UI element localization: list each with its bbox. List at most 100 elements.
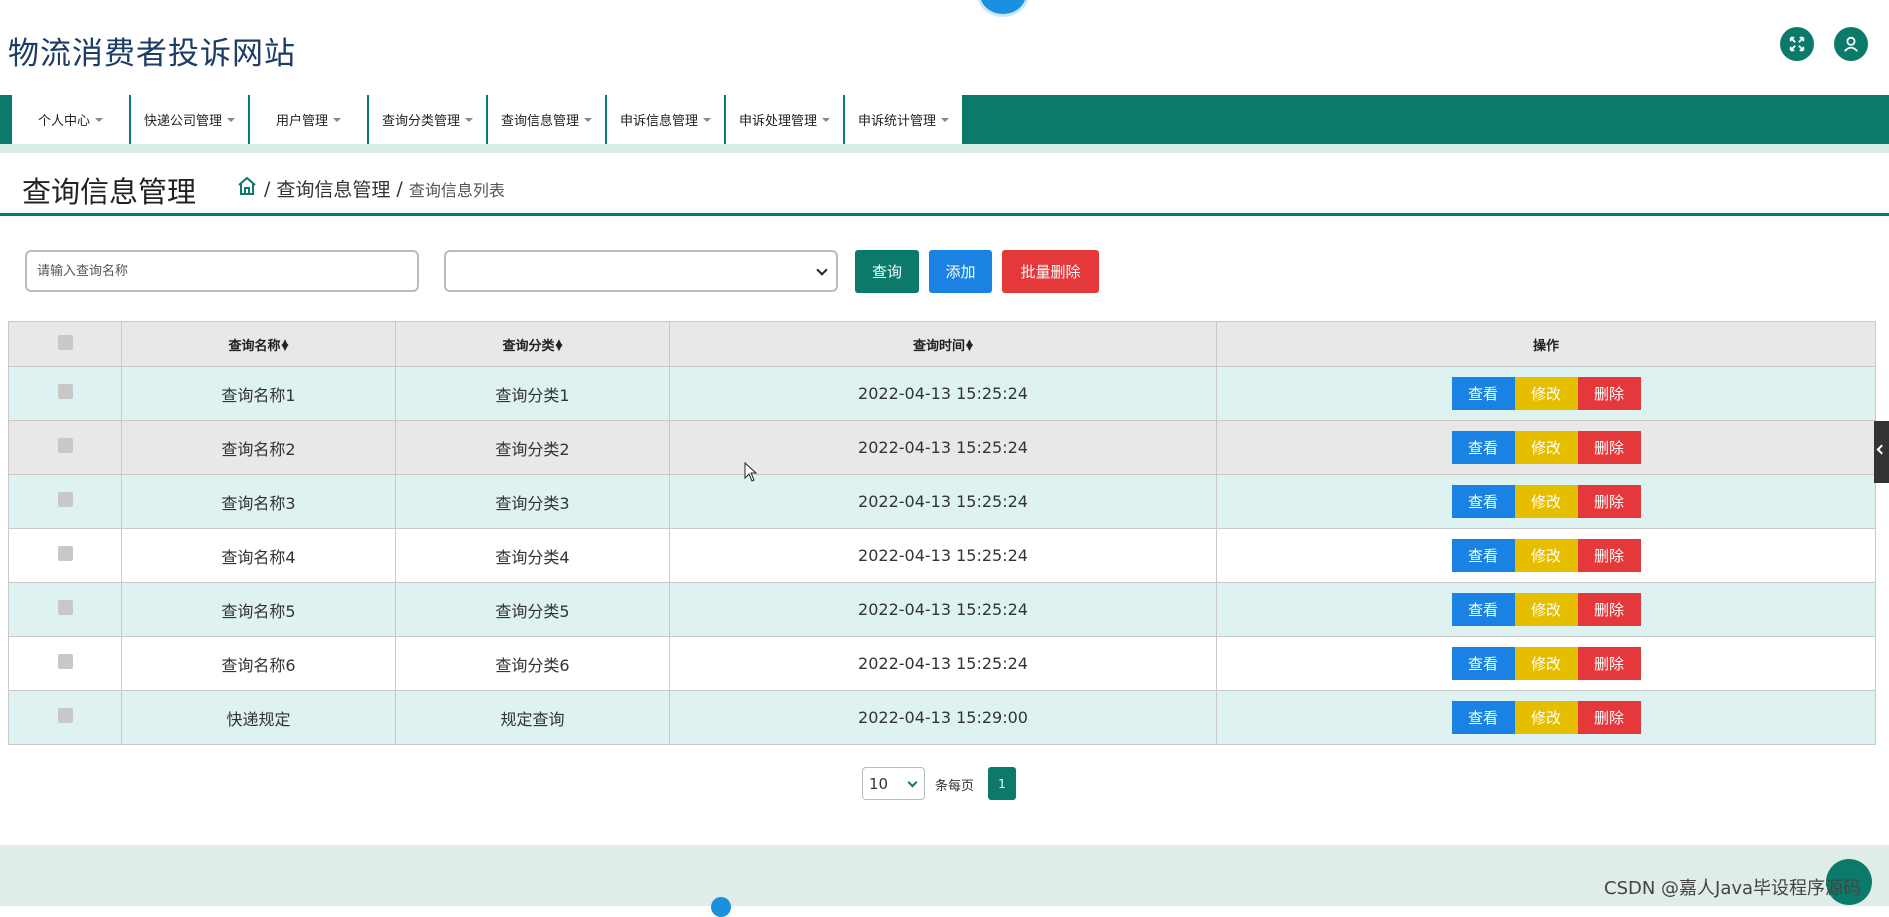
edit-button[interactable]: 修改 bbox=[1514, 539, 1578, 572]
nav-courier-company[interactable]: 快递公司管理 bbox=[131, 95, 250, 144]
page-number-button[interactable]: 1 bbox=[988, 767, 1016, 800]
delete-button[interactable]: 删除 bbox=[1577, 431, 1641, 464]
table-row: 查询名称3 查询分类3 2022-04-13 15:25:24 查看 修改 删除 bbox=[8, 474, 1876, 529]
sort-icon: ▲ ▼ bbox=[966, 338, 973, 353]
nav-personal-center[interactable]: 个人中心 bbox=[12, 95, 131, 144]
edit-button[interactable]: 修改 bbox=[1514, 431, 1578, 464]
view-button[interactable]: 查看 bbox=[1451, 701, 1515, 734]
pagination: 10 条每页 1 bbox=[0, 767, 1889, 801]
breadcrumb-current: 查询信息列表 bbox=[408, 180, 505, 200]
cell-category: 规定查询 bbox=[395, 690, 670, 745]
chevron-down-icon bbox=[907, 777, 918, 788]
caret-down-icon bbox=[227, 117, 235, 122]
navbar-bottom-band bbox=[0, 144, 1889, 153]
row-checkbox[interactable] bbox=[57, 384, 73, 399]
cell-category: 查询分类3 bbox=[395, 474, 670, 529]
table-row: 查询名称4 查询分类4 2022-04-13 15:25:24 查看 修改 删除 bbox=[8, 528, 1876, 583]
row-checkbox[interactable] bbox=[57, 654, 73, 669]
header-name[interactable]: 查询名称▲ ▼ bbox=[121, 321, 396, 367]
view-button[interactable]: 查看 bbox=[1451, 377, 1515, 410]
view-button[interactable]: 查看 bbox=[1451, 539, 1515, 572]
nav-appeal-statistics[interactable]: 申诉统计管理 bbox=[845, 95, 964, 144]
delete-button[interactable]: 删除 bbox=[1577, 647, 1641, 680]
table-header-row: 查询名称▲ ▼ 查询分类▲ ▼ 查询时间▲ ▼ 操作 bbox=[8, 321, 1876, 367]
edit-button[interactable]: 修改 bbox=[1514, 701, 1578, 734]
breadcrumb: / 查询信息管理 / 查询信息列表 bbox=[236, 175, 505, 202]
cell-time: 2022-04-13 15:25:24 bbox=[669, 528, 1217, 583]
side-panel-handle[interactable] bbox=[1874, 421, 1889, 483]
cell-name: 查询名称1 bbox=[121, 366, 396, 421]
site-header: 物流消费者投诉网站 bbox=[0, 0, 1889, 95]
home-icon[interactable] bbox=[236, 175, 258, 202]
select-all-checkbox[interactable] bbox=[57, 334, 73, 350]
header-category[interactable]: 查询分类▲ ▼ bbox=[395, 321, 670, 367]
cell-time: 2022-04-13 15:25:24 bbox=[669, 366, 1217, 421]
view-button[interactable]: 查看 bbox=[1451, 431, 1515, 464]
cell-name: 查询名称5 bbox=[121, 582, 396, 637]
cell-category: 查询分类4 bbox=[395, 528, 670, 583]
chevron-down-icon bbox=[816, 264, 828, 276]
table-row: 查询名称1 查询分类1 2022-04-13 15:25:24 查看 修改 删除 bbox=[8, 366, 1876, 421]
view-button[interactable]: 查看 bbox=[1451, 593, 1515, 626]
nav-user-management[interactable]: 用户管理 bbox=[250, 95, 369, 144]
row-checkbox[interactable] bbox=[57, 492, 73, 507]
caret-down-icon bbox=[822, 117, 830, 122]
table-row: 查询名称2 查询分类2 2022-04-13 15:25:24 查看 修改 删除 bbox=[8, 420, 1876, 475]
view-button[interactable]: 查看 bbox=[1451, 485, 1515, 518]
caret-down-icon bbox=[703, 117, 711, 122]
view-button[interactable]: 查看 bbox=[1451, 647, 1515, 680]
nav-appeal-processing[interactable]: 申诉处理管理 bbox=[726, 95, 845, 144]
cell-category: 查询分类6 bbox=[395, 636, 670, 691]
header-time[interactable]: 查询时间▲ ▼ bbox=[669, 321, 1217, 367]
mouse-cursor-icon bbox=[744, 462, 758, 482]
add-button[interactable]: 添加 bbox=[929, 250, 992, 293]
cell-time: 2022-04-13 15:25:24 bbox=[669, 474, 1217, 529]
edit-button[interactable]: 修改 bbox=[1514, 485, 1578, 518]
caret-down-icon bbox=[941, 117, 949, 122]
row-checkbox[interactable] bbox=[57, 708, 73, 723]
delete-button[interactable]: 删除 bbox=[1577, 485, 1641, 518]
user-menu-button[interactable] bbox=[1834, 27, 1868, 61]
search-toolbar: 查询 添加 批量删除 bbox=[0, 248, 1889, 294]
edit-button[interactable]: 修改 bbox=[1514, 377, 1578, 410]
cell-time: 2022-04-13 15:25:24 bbox=[669, 582, 1217, 637]
cell-name: 查询名称3 bbox=[121, 474, 396, 529]
delete-button[interactable]: 删除 bbox=[1577, 701, 1641, 734]
cell-name: 查询名称6 bbox=[121, 636, 396, 691]
caret-down-icon bbox=[333, 117, 341, 122]
caret-down-icon bbox=[95, 117, 103, 122]
page-title: 查询信息管理 bbox=[22, 175, 197, 209]
edit-button[interactable]: 修改 bbox=[1514, 647, 1578, 680]
nav-query-category[interactable]: 查询分类管理 bbox=[369, 95, 488, 144]
category-select[interactable] bbox=[444, 250, 838, 292]
delete-button[interactable]: 删除 bbox=[1577, 593, 1641, 626]
breadcrumb-separator: / bbox=[396, 177, 403, 200]
header-actions: 操作 bbox=[1216, 321, 1876, 367]
delete-button[interactable]: 删除 bbox=[1577, 539, 1641, 572]
caret-down-icon bbox=[584, 117, 592, 122]
cell-name: 查询名称2 bbox=[121, 420, 396, 475]
fullscreen-button[interactable] bbox=[1780, 27, 1814, 61]
page-size-select[interactable]: 10 bbox=[862, 767, 925, 800]
cell-category: 查询分类2 bbox=[395, 420, 670, 475]
row-checkbox[interactable] bbox=[57, 600, 73, 615]
nav-appeal-info[interactable]: 申诉信息管理 bbox=[607, 95, 726, 144]
breadcrumb-section[interactable]: 查询信息管理 bbox=[276, 175, 390, 202]
nav-query-info[interactable]: 查询信息管理 bbox=[488, 95, 607, 144]
row-checkbox[interactable] bbox=[57, 546, 73, 561]
search-input[interactable] bbox=[25, 250, 419, 292]
row-checkbox[interactable] bbox=[57, 438, 73, 453]
batch-delete-button[interactable]: 批量删除 bbox=[1002, 250, 1099, 293]
table-row: 查询名称5 查询分类5 2022-04-13 15:25:24 查看 修改 删除 bbox=[8, 582, 1876, 637]
user-icon bbox=[1844, 36, 1858, 52]
edit-button[interactable]: 修改 bbox=[1514, 593, 1578, 626]
watermark: CSDN @嘉人Java毕设程序源码 bbox=[1604, 878, 1862, 899]
delete-button[interactable]: 删除 bbox=[1577, 377, 1641, 410]
table-row: 查询名称6 查询分类6 2022-04-13 15:25:24 查看 修改 删除 bbox=[8, 636, 1876, 691]
cell-category: 查询分类1 bbox=[395, 366, 670, 421]
footer-decoration-dot bbox=[711, 897, 731, 917]
query-info-table: 查询名称▲ ▼ 查询分类▲ ▼ 查询时间▲ ▼ 操作 查询名称1 查询分类1 2022… bbox=[8, 321, 1876, 745]
cell-time: 2022-04-13 15:25:24 bbox=[669, 636, 1217, 691]
query-button[interactable]: 查询 bbox=[855, 250, 919, 293]
top-decoration-dot bbox=[980, 0, 1026, 14]
